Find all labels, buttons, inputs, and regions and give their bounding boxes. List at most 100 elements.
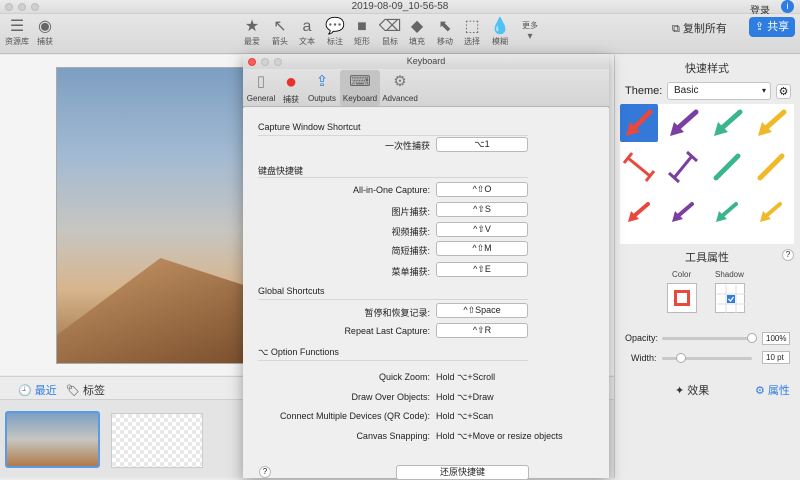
dialog-title: Keyboard xyxy=(406,56,446,66)
document-title: 2019-08-09_10-56-58 xyxy=(351,1,449,12)
shadow-picker[interactable] xyxy=(715,283,745,313)
shortcut-label: All-in-One Capture: xyxy=(352,185,430,195)
style-purple-arrow-small[interactable] xyxy=(664,192,702,230)
divider xyxy=(258,360,528,361)
more-tools-button[interactable]: 更多 ▾ xyxy=(513,17,547,43)
option-label: Quick Zoom: xyxy=(378,372,430,382)
shortcut-field[interactable]: ⌥1 xyxy=(436,137,528,152)
section-capture-window: Capture Window Shortcut xyxy=(258,122,361,132)
style-red-measure[interactable] xyxy=(620,148,658,186)
thumbnail-2[interactable] xyxy=(111,413,203,468)
share-icon: ⇪ xyxy=(754,21,768,33)
shortcut-field[interactable]: ^⇧V xyxy=(436,222,528,237)
option-label: Canvas Snapping: xyxy=(356,431,430,441)
tags-tab[interactable]: 🏷 标签 xyxy=(66,382,105,398)
tool-properties-title: 工具属性 xyxy=(685,252,729,264)
blur-drop-icon: 💧 xyxy=(490,18,510,35)
share-icon: ⇪ xyxy=(315,73,329,90)
shortcut-field[interactable]: ^⇧R xyxy=(436,323,528,338)
style-teal-arrow-small[interactable] xyxy=(708,192,746,230)
width-slider-knob[interactable] xyxy=(676,353,686,363)
color-well[interactable] xyxy=(667,283,697,313)
shortcut-label: 一次性捕获 xyxy=(384,141,430,151)
recent-label: 最近 xyxy=(34,385,57,397)
gear-icon: ⚙ xyxy=(778,86,789,98)
opacity-field[interactable]: 100% xyxy=(762,332,790,345)
recent-tab[interactable]: 🕘 最近 xyxy=(18,382,57,398)
theme-settings-button[interactable]: ⚙ xyxy=(776,84,791,99)
tool-label: 模糊 xyxy=(492,37,508,46)
shortcut-field[interactable]: ^⇧O xyxy=(436,182,528,197)
properties-tab[interactable]: ⚙ 属性 xyxy=(755,382,790,398)
style-red-arrow-selected[interactable] xyxy=(620,104,658,142)
shortcut-field[interactable]: ^⇧Space xyxy=(436,303,528,318)
dialog-help-button[interactable]: ? xyxy=(259,466,271,478)
capture-label: 捕获 xyxy=(37,37,53,46)
shortcut-label: 暂停和恢复记录: xyxy=(364,308,430,318)
color-swatch xyxy=(674,290,690,306)
copy-all-label: 复制所有 xyxy=(682,23,727,35)
thumbnail-1[interactable] xyxy=(5,411,100,468)
tab-general[interactable]: ▯ General xyxy=(245,70,277,106)
quick-styles-title: 快速样式 xyxy=(685,63,729,75)
tab-capture[interactable]: ● 捕获 xyxy=(277,70,305,106)
tab-outputs[interactable]: ⇪ Outputs xyxy=(305,70,339,106)
style-teal-arrow[interactable] xyxy=(708,104,746,142)
capture-icon: ◉ xyxy=(38,18,52,35)
section-global-shortcuts: Global Shortcuts xyxy=(258,286,325,296)
divider xyxy=(258,299,528,300)
tab-label: Outputs xyxy=(307,94,336,103)
width-label: Width: xyxy=(631,353,657,363)
option-value: Hold ⌥+Draw xyxy=(436,392,494,402)
style-purple-arrow[interactable] xyxy=(664,104,702,142)
style-yellow-arrow-small[interactable] xyxy=(752,192,790,230)
tab-keyboard[interactable]: ⌨ Keyboard xyxy=(340,70,380,106)
option-label: Draw Over Objects: xyxy=(351,392,430,402)
style-red-arrow-small[interactable] xyxy=(620,192,658,230)
help-button[interactable]: ? xyxy=(782,249,794,261)
style-yellow-arrow[interactable] xyxy=(752,104,790,142)
effects-tab[interactable]: ✦ 效果 xyxy=(675,382,709,398)
info-button[interactable]: i xyxy=(781,0,794,13)
copy-all-button[interactable]: ⧉ 复制所有 xyxy=(672,20,727,36)
tab-label: 捕获 xyxy=(283,95,299,104)
shadow-label: Shadow xyxy=(715,270,744,279)
divider xyxy=(258,135,528,136)
screenshot-image[interactable] xyxy=(56,67,244,364)
opacity-slider[interactable] xyxy=(662,337,752,340)
shortcut-field[interactable]: ^⇧E xyxy=(436,262,528,277)
capture-button[interactable]: ◉ 捕获 xyxy=(28,17,62,47)
option-value: Hold ⌥+Move or resize objects xyxy=(436,431,563,441)
sand-dune-image xyxy=(57,258,243,363)
gear-icon: ⚙ xyxy=(755,385,768,397)
option-value: Hold ⌥+Scan xyxy=(436,411,494,421)
tab-label: Advanced xyxy=(382,94,418,103)
tool-blur[interactable]: 💧 模糊 xyxy=(483,17,517,47)
tags-label: 标签 xyxy=(83,385,106,397)
keyboard-icon: ⌨ xyxy=(349,73,371,90)
style-purple-measure[interactable] xyxy=(664,148,702,186)
switch-icon: ▯ xyxy=(256,73,266,90)
shortcut-field[interactable]: ^⇧M xyxy=(436,241,528,256)
shortcut-field[interactable]: ^⇧S xyxy=(436,202,528,217)
divider xyxy=(258,177,528,178)
section-option-functions: ⌥ Option Functions xyxy=(258,347,339,357)
wand-icon: ✦ xyxy=(675,385,688,397)
properties-label: 属性 xyxy=(767,385,790,397)
share-label: 共享 xyxy=(767,21,790,33)
shortcut-label: 简短捕获: xyxy=(391,246,430,256)
section-keyboard-shortcuts: 键盘快捷键 xyxy=(258,166,304,176)
tab-label: General xyxy=(246,94,276,103)
shortcut-label: 图片捕获: xyxy=(391,207,430,217)
share-button[interactable]: ⇪ 共享 xyxy=(749,17,795,37)
theme-select[interactable]: Basic ▾ xyxy=(667,82,771,100)
clock-icon: 🕘 xyxy=(18,385,35,397)
chevron-down-icon: ▾ xyxy=(527,31,533,42)
opacity-slider-knob[interactable] xyxy=(747,333,757,343)
width-field[interactable]: 10 pt xyxy=(762,351,790,364)
style-yellow-line[interactable] xyxy=(752,148,790,186)
tab-advanced[interactable]: ⚙ Advanced xyxy=(381,70,419,106)
style-teal-line[interactable] xyxy=(708,148,746,186)
shadow-grid-icon xyxy=(717,285,745,313)
chevron-down-icon: ▾ xyxy=(761,86,766,95)
